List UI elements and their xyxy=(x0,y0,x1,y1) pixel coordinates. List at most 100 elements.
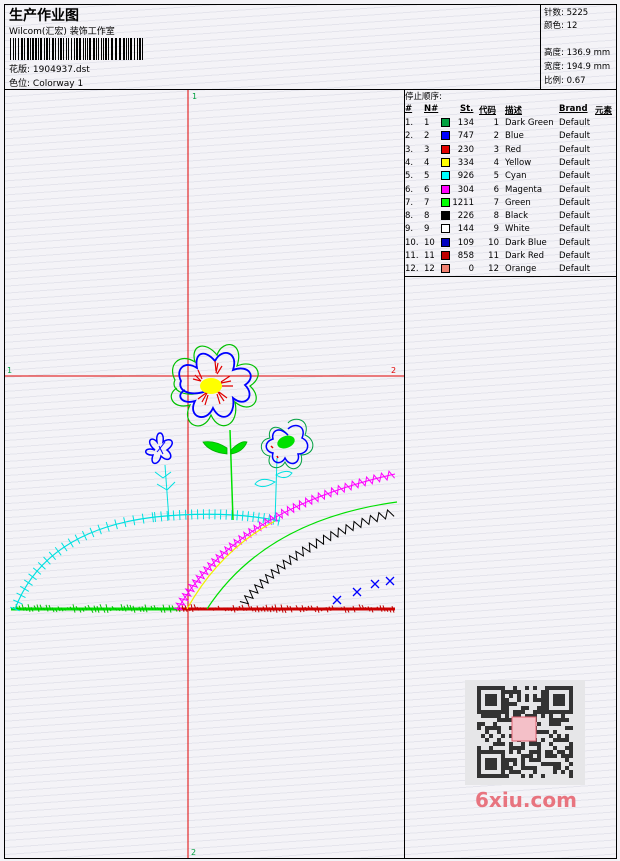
color-row: 5. 5 926 5 Cyan Default xyxy=(405,171,616,184)
row-stitches: 858 xyxy=(457,251,474,261)
row-brand: Default xyxy=(559,224,591,235)
large-flower xyxy=(170,344,259,521)
studio-name: Wilcom(汇宏) 装饰工作室 xyxy=(9,27,115,37)
colorway-field: 色位: Colorway 1 xyxy=(9,76,83,89)
row-n: 8 xyxy=(424,211,430,222)
row-description: Dark Green xyxy=(505,118,554,128)
row-n: 3 xyxy=(424,144,430,155)
row-brand: Default xyxy=(559,171,591,182)
row-brand: Default xyxy=(559,157,591,168)
row-code: 9 xyxy=(493,224,499,235)
color-swatch xyxy=(441,118,450,127)
row-description: Dark Blue xyxy=(505,237,547,248)
color-row: 9. 9 144 9 White Default xyxy=(405,224,616,237)
col-header-n: N# xyxy=(424,104,439,114)
row-code: 1 xyxy=(493,118,499,128)
design-canvas: 1 2 1 2 xyxy=(5,90,405,858)
row-description: Green xyxy=(505,197,531,208)
row-n: 11 xyxy=(424,251,435,261)
row-n: 1 xyxy=(424,118,430,128)
color-row: 11. 11 858 11 Dark Red Default xyxy=(405,251,616,264)
row-brand: Default xyxy=(559,184,591,195)
row-code: 12 xyxy=(488,264,499,275)
color-row: 1. 1 134 1 Dark Green Default xyxy=(405,118,616,131)
green-ground-stitch xyxy=(11,604,181,614)
seal-stamp xyxy=(511,716,537,742)
design-info-panel: 针数: 5225 颜色: 12 高度: 136.9 mm 宽度: 194.9 m… xyxy=(540,5,617,89)
small-flower xyxy=(145,432,176,521)
worksheet-header: 生产作业图 Wilcom(汇宏) 装饰工作室 花版: 1904937.dst 色… xyxy=(5,5,616,90)
row-index: 5. xyxy=(405,171,414,182)
row-stitches: 226 xyxy=(457,211,474,222)
colorway-value: Colorway 1 xyxy=(32,79,84,89)
row-n: 10 xyxy=(424,237,435,248)
stop-sequence-title: 停止顺序: xyxy=(405,92,442,102)
design-scale: 比例: 0.67 xyxy=(544,76,586,86)
row-index: 9. xyxy=(405,224,414,235)
row-code: 8 xyxy=(493,211,499,222)
color-swatch xyxy=(441,157,450,167)
right-flower xyxy=(254,418,314,523)
row-brand: Default xyxy=(559,251,591,261)
design-value: 1904937.dst xyxy=(32,65,90,75)
embroidery-preview: 1 2 1 2 xyxy=(5,90,404,858)
design-field: 花版: 1904937.dst xyxy=(9,62,90,75)
color-row: 7. 7 1211 7 Green Default xyxy=(405,197,616,211)
row-index: 12. xyxy=(405,264,419,275)
color-swatch xyxy=(441,184,450,194)
color-row: 10. 10 109 10 Dark Blue Default xyxy=(405,237,616,251)
row-n: 7 xyxy=(424,197,430,208)
row-index: 2. xyxy=(405,131,414,142)
row-description: Cyan xyxy=(505,171,527,182)
row-code: 11 xyxy=(488,251,499,261)
row-index: 10. xyxy=(405,237,419,248)
color-swatch xyxy=(441,131,450,141)
row-n: 5 xyxy=(424,171,430,182)
row-index: 4. xyxy=(405,157,414,168)
col-header-element: 元素 xyxy=(595,106,613,116)
page-title: 生产作业图 xyxy=(9,8,79,24)
row-index: 6. xyxy=(405,184,414,195)
color-count: 颜色: 12 xyxy=(544,21,578,31)
row-index: 7. xyxy=(405,197,414,208)
design-height: 高度: 136.9 mm xyxy=(544,48,611,58)
row-n: 4 xyxy=(424,157,430,168)
colorway-label: 色位: xyxy=(9,79,31,89)
table-divider xyxy=(405,276,616,277)
col-header-code: 代码 xyxy=(479,106,497,116)
yellow-arc xyxy=(186,520,276,610)
col-header-brand: Brand xyxy=(559,104,588,114)
color-swatch xyxy=(441,197,450,207)
row-code: 7 xyxy=(493,197,499,208)
row-stitches: 747 xyxy=(457,131,474,142)
row-stitches: 0 xyxy=(468,264,474,275)
color-swatch xyxy=(441,264,450,274)
row-n: 6 xyxy=(424,184,430,195)
row-code: 6 xyxy=(493,184,499,195)
col-header-stitches: St. xyxy=(460,104,474,114)
vertical-guide-marker-bottom: 2 xyxy=(191,848,196,857)
row-brand: Default xyxy=(559,237,591,248)
row-description: Dark Red xyxy=(505,251,545,261)
row-index: 3. xyxy=(405,144,414,155)
row-description: Yellow xyxy=(505,157,532,168)
row-description: Blue xyxy=(505,131,524,142)
row-index: 8. xyxy=(405,211,414,222)
row-stitches: 109 xyxy=(457,237,474,248)
color-row: 2. 2 747 2 Blue Default xyxy=(405,131,616,144)
row-brand: Default xyxy=(559,211,591,222)
row-n: 2 xyxy=(424,131,430,142)
vertical-guide-marker-top: 1 xyxy=(192,92,197,101)
row-code: 3 xyxy=(493,144,499,155)
design-width: 宽度: 194.9 mm xyxy=(544,62,611,72)
row-stitches: 1211 xyxy=(452,197,474,208)
design-label: 花版: xyxy=(9,65,31,75)
cyan-hill-line xyxy=(14,513,281,610)
color-swatch xyxy=(441,224,450,234)
row-n: 12 xyxy=(424,264,435,275)
row-n: 9 xyxy=(424,224,430,235)
col-header-description: 描述 xyxy=(505,106,523,116)
row-index: 1. xyxy=(405,118,414,128)
row-description: Orange xyxy=(505,264,537,275)
color-row: 6. 6 304 6 Magenta Default xyxy=(405,184,616,198)
